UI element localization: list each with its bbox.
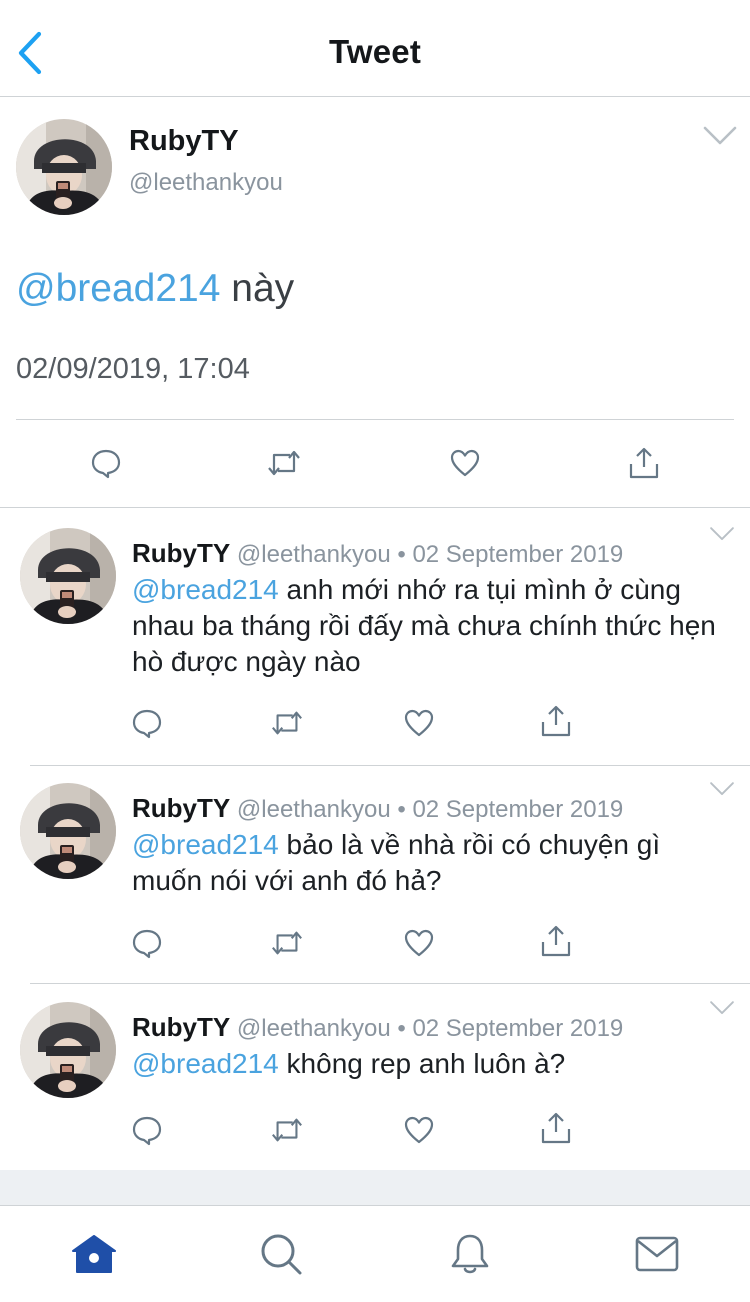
chevron-down-icon[interactable] [708, 781, 736, 797]
reply-icon [131, 1114, 163, 1146]
chevron-down-icon[interactable] [708, 1000, 736, 1016]
tweet-text: @bread214 anh mới nhớ ra tụi mình ở cùng… [132, 572, 732, 680]
mention-link[interactable]: @bread214 [132, 574, 279, 605]
retweet-button[interactable] [270, 926, 304, 960]
reply-header: RubyTY @leethankyou • 02 September 2019 [132, 793, 623, 824]
reply-tweet[interactable]: RubyTY @leethankyou • 02 September 2019 … [0, 508, 750, 765]
share-button[interactable] [539, 1111, 573, 1145]
retweet-icon [270, 1114, 304, 1146]
like-button[interactable] [402, 1113, 436, 1147]
share-button[interactable] [539, 704, 573, 738]
tab-search[interactable] [257, 1230, 305, 1278]
reply-icon [90, 447, 122, 479]
retweet-button[interactable] [270, 1113, 304, 1147]
like-button[interactable] [402, 926, 436, 960]
author-meta: @leethankyou • 02 September 2019 [230, 1015, 624, 1042]
like-icon [403, 1114, 435, 1146]
retweet-icon [270, 707, 304, 739]
like-icon [403, 707, 435, 739]
page-title: Tweet [328, 33, 422, 70]
retweet-button[interactable] [270, 706, 304, 740]
chevron-down-icon[interactable] [703, 125, 737, 147]
list-end-spacer [0, 1170, 750, 1206]
author-name[interactable]: RubyTY [129, 125, 239, 158]
reply-button[interactable] [130, 1113, 164, 1147]
search-icon [261, 1234, 302, 1275]
avatar[interactable] [20, 1002, 116, 1098]
messages-icon [635, 1236, 679, 1272]
author-name[interactable]: RubyTY [132, 1012, 230, 1042]
avatar[interactable] [16, 119, 112, 215]
author-meta: @leethankyou • 02 September 2019 [230, 796, 624, 823]
retweet-icon [266, 447, 302, 479]
share-icon [540, 924, 572, 958]
top-navigation-bar: Tweet [0, 0, 750, 97]
retweet-button[interactable] [266, 445, 302, 481]
like-icon [449, 447, 481, 479]
like-icon [403, 927, 435, 959]
share-button[interactable] [539, 924, 573, 958]
reply-header: RubyTY @leethankyou • 02 September 2019 [132, 1012, 623, 1043]
reply-icon [131, 707, 163, 739]
reply-header: RubyTY @leethankyou • 02 September 2019 [132, 538, 623, 569]
tweet-body: không rep anh luôn à? [278, 1048, 566, 1079]
tweet-timestamp: 02/09/2019, 17:04 [16, 353, 250, 385]
share-icon [540, 1111, 572, 1145]
home-icon [72, 1235, 116, 1273]
tab-notifications[interactable] [446, 1230, 494, 1278]
reply-icon [131, 927, 163, 959]
avatar[interactable] [20, 528, 116, 624]
reply-button[interactable] [130, 926, 164, 960]
tweet-body: này [220, 267, 295, 310]
bottom-tab-bar [0, 1206, 750, 1302]
divider [16, 419, 734, 420]
reply-tweet[interactable]: RubyTY @leethankyou • 02 September 2019 … [0, 982, 750, 1170]
reply-tweet[interactable]: RubyTY @leethankyou • 02 September 2019 … [0, 763, 750, 983]
author-name[interactable]: RubyTY [132, 793, 230, 823]
reply-button[interactable] [88, 445, 124, 481]
tab-messages[interactable] [633, 1230, 681, 1278]
tweet-text: @bread214 bảo là về nhà rồi có chuyện gì… [132, 827, 732, 899]
author-meta: @leethankyou • 02 September 2019 [230, 541, 624, 568]
like-button[interactable] [402, 706, 436, 740]
mention-link[interactable]: @bread214 [16, 267, 220, 310]
share-icon [628, 446, 660, 480]
reply-button[interactable] [130, 706, 164, 740]
main-tweet: RubyTY @leethankyou @bread214 này 02/09/… [0, 97, 750, 508]
author-handle[interactable]: @leethankyou [129, 169, 283, 197]
tweet-text: @bread214 không rep anh luôn à? [132, 1046, 732, 1082]
avatar[interactable] [20, 783, 116, 879]
like-button[interactable] [447, 445, 483, 481]
share-icon [540, 704, 572, 738]
tweet-text: @bread214 này [16, 267, 294, 311]
mention-link[interactable]: @bread214 [132, 829, 279, 860]
mention-link[interactable]: @bread214 [132, 1048, 279, 1079]
tab-home[interactable] [70, 1230, 118, 1278]
author-name[interactable]: RubyTY [132, 538, 230, 568]
chevron-down-icon[interactable] [708, 526, 736, 542]
notifications-icon [451, 1234, 489, 1274]
share-button[interactable] [626, 445, 662, 481]
retweet-icon [270, 927, 304, 959]
